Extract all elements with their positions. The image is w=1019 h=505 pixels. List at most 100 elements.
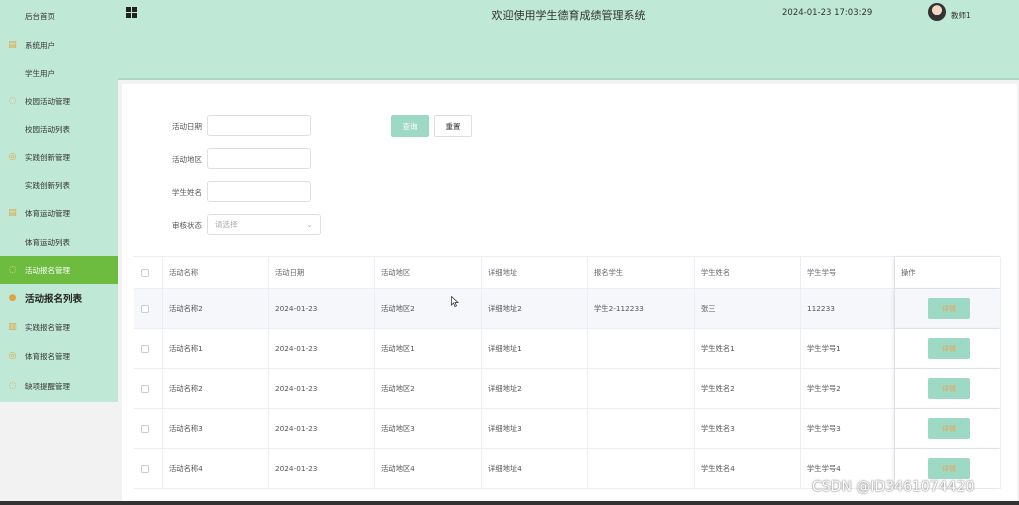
- sidebar: 后台首页 ▤ 系统用户 学生用户 ◌ 校园活动管理 校园活动列表 ◎ 实践创新管…: [0, 0, 118, 402]
- detail-button[interactable]: 详情: [928, 458, 970, 479]
- cell: 活动名称1: [163, 329, 269, 368]
- sidebar-item-practice-signup-mgmt[interactable]: ▥ 实践报名管理: [0, 313, 118, 341]
- cell: 2024-01-23: [269, 449, 375, 488]
- cell: 学生学号2: [801, 369, 895, 408]
- cell: 学生学号3: [801, 409, 895, 448]
- sidebar-item-sports-signup-mgmt[interactable]: ◎ 体育报名管理: [0, 342, 118, 370]
- area-label: 活动地区: [172, 155, 202, 164]
- sidebar-item-label: 活动报名管理: [25, 265, 70, 275]
- sidebar-item-activity-signup-list[interactable]: ● 活动报名列表: [0, 284, 118, 312]
- watermark: CSDN @ID3461074420: [812, 479, 975, 495]
- chat-icon: ◌: [8, 264, 17, 275]
- datetime: 2024-01-23 17:03:29: [782, 8, 873, 18]
- cell: 112233: [801, 289, 895, 328]
- cell: 2024-01-23: [269, 329, 375, 368]
- cell: 2024-01-23: [269, 289, 375, 328]
- header: 欢迎使用学生德育成绩管理系统 2024-01-23 17:03:29 教师1: [118, 0, 1019, 80]
- cell: [588, 369, 695, 408]
- column-header: 学生姓名: [695, 257, 801, 288]
- cell: 活动地区2: [375, 369, 482, 408]
- sidebar-item-label: 系统用户: [25, 40, 55, 50]
- cell: 学生学号1: [801, 329, 895, 368]
- chat-icon: ◌: [8, 95, 17, 106]
- sidebar-item-label: 活动报名列表: [25, 294, 83, 305]
- sidebar-item-label: 校园活动列表: [25, 124, 70, 134]
- column-header: 学生学号: [801, 257, 895, 288]
- main-panel: 活动日期 活动地区 学生姓名 审核状态 请选择 ⌄ 查询 重置 活动名称 活动日…: [122, 84, 1017, 505]
- sidebar-item-label: 校园活动管理: [25, 96, 70, 106]
- sidebar-item-home[interactable]: 后台首页: [0, 2, 118, 30]
- cell: 活动名称2: [163, 369, 269, 408]
- document-icon: ▤: [8, 39, 17, 50]
- cell: 学生姓名3: [695, 409, 801, 448]
- search-button[interactable]: 查询: [391, 115, 429, 137]
- bar-chart-icon: ▥: [8, 321, 17, 332]
- row-checkbox[interactable]: [141, 464, 149, 473]
- sidebar-item-practice-mgmt[interactable]: ◎ 实践创新管理: [0, 143, 118, 171]
- cell: [588, 409, 695, 448]
- sidebar-item-label: 体育运动列表: [25, 237, 70, 247]
- cell: 活动名称2: [163, 289, 269, 328]
- username[interactable]: 教师1: [951, 10, 971, 21]
- sidebar-item-system-users[interactable]: ▤ 系统用户: [0, 31, 118, 59]
- cell: 活动名称4: [163, 449, 269, 488]
- student-name-input[interactable]: [207, 181, 311, 202]
- cell: 详细地址4: [482, 449, 588, 488]
- sidebar-item-campus-activity-list[interactable]: 校园活动列表: [0, 115, 118, 143]
- sidebar-item-label: 实践报名管理: [25, 322, 70, 332]
- row-checkbox[interactable]: [141, 384, 149, 393]
- table-row[interactable]: 活动名称1 2024-01-23 活动地区1 详细地址1 学生姓名1 学生学号1…: [134, 329, 1001, 369]
- column-header: 详细地址: [482, 257, 588, 288]
- cell: 张三: [695, 289, 801, 328]
- sidebar-item-student-users[interactable]: 学生用户: [0, 59, 118, 87]
- detail-button[interactable]: 详情: [928, 418, 970, 439]
- detail-button[interactable]: 详情: [928, 338, 970, 359]
- sidebar-item-label: 后台首页: [25, 11, 55, 21]
- cell: [588, 329, 695, 368]
- check-circle-icon: ◎: [8, 151, 17, 162]
- reset-button[interactable]: 重置: [434, 115, 472, 137]
- check-circle-icon: ◎: [8, 350, 17, 361]
- sidebar-item-label: 学生用户: [25, 68, 55, 78]
- table-row[interactable]: 活动名称2 2024-01-23 活动地区2 详细地址2 学生姓名2 学生学号2…: [134, 369, 1001, 409]
- detail-button[interactable]: 详情: [928, 378, 970, 399]
- data-table: 活动名称 活动日期 活动地区 详细地址 报名学生 学生姓名 学生学号 操作 活动…: [133, 256, 1001, 489]
- status-select[interactable]: 请选择 ⌄: [207, 214, 321, 235]
- sidebar-item-campus-activity-mgmt[interactable]: ◌ 校园活动管理: [0, 87, 118, 115]
- sidebar-item-missing-reminder-mgmt[interactable]: ◌ 缺项提醒管理: [0, 372, 118, 400]
- cell: 详细地址2: [482, 289, 588, 328]
- row-checkbox[interactable]: [141, 344, 149, 353]
- row-checkbox[interactable]: [141, 304, 149, 313]
- student-name-label: 学生姓名: [172, 188, 202, 197]
- sidebar-item-sports-list[interactable]: 体育运动列表: [0, 228, 118, 256]
- detail-button[interactable]: 详情: [928, 298, 970, 319]
- sidebar-item-label: 缺项提醒管理: [25, 381, 70, 391]
- sidebar-item-activity-signup-mgmt[interactable]: ◌ 活动报名管理: [0, 256, 118, 284]
- sidebar-item-practice-list[interactable]: 实践创新列表: [0, 171, 118, 199]
- sidebar-item-label: 实践创新管理: [25, 152, 70, 162]
- row-checkbox[interactable]: [141, 424, 149, 433]
- avatar[interactable]: [928, 3, 946, 21]
- cell: 活动地区1: [375, 329, 482, 368]
- cell: 活动名称3: [163, 409, 269, 448]
- cell: 详细地址3: [482, 409, 588, 448]
- cell: 详细地址1: [482, 329, 588, 368]
- bottom-bar: [0, 501, 1019, 505]
- column-header: 活动地区: [375, 257, 482, 288]
- cell: 2024-01-23: [269, 369, 375, 408]
- select-all-checkbox[interactable]: [141, 268, 149, 277]
- column-header: 操作: [895, 257, 1001, 288]
- cell: 学生2-112233: [588, 289, 695, 328]
- status-label: 审核状态: [172, 221, 202, 230]
- cell: 学生姓名4: [695, 449, 801, 488]
- table-header-row: 活动名称 活动日期 活动地区 详细地址 报名学生 学生姓名 学生学号 操作: [134, 257, 1001, 289]
- cell: [588, 449, 695, 488]
- cell: 活动地区2: [375, 289, 482, 328]
- location-icon: ●: [8, 292, 17, 303]
- date-input[interactable]: [207, 115, 311, 136]
- document-icon: ▤: [8, 207, 17, 218]
- table-row[interactable]: 活动名称3 2024-01-23 活动地区3 详细地址3 学生姓名3 学生学号3…: [134, 409, 1001, 449]
- area-input[interactable]: [207, 148, 311, 169]
- table-row[interactable]: 活动名称2 2024-01-23 活动地区2 详细地址2 学生2-112233 …: [134, 289, 1001, 329]
- sidebar-item-sports-mgmt[interactable]: ▤ 体育运动管理: [0, 199, 118, 227]
